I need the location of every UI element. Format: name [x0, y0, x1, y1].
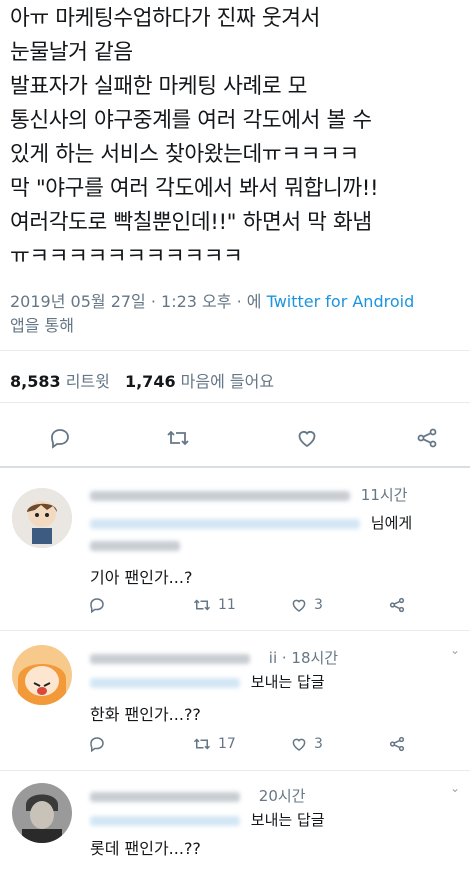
reply-item[interactable]: ii · 18시간 보내는 답글 한화 팬인가...?? 17 3 ⌄	[0, 631, 470, 771]
like-icon[interactable]	[292, 423, 322, 453]
tweet-meta: 2019년 05월 27일 · 1:23 오후 · 에 Twitter for …	[10, 290, 460, 338]
tweet-line: ㅠㅋㅋㅋㅋㅋㅋㅋㅋㅋㅋㅋ	[10, 244, 243, 269]
share-icon[interactable]	[412, 423, 442, 453]
retweet-count[interactable]: 8,583	[10, 372, 61, 391]
tweet-stats: 8,583 리트윗 1,746 마음에 들어요	[10, 368, 284, 392]
reply-to-text: 보내는 답글	[250, 811, 325, 829]
reply-to-line: 보내는 답글	[90, 809, 325, 830]
reply-action-bar: 17 3	[88, 735, 428, 759]
tweet-text: 아ㅠ 마케팅수업하다가 진짜 웃겨서 눈물날거 같음 발표자가 실패한 마케팅 …	[10, 2, 465, 274]
reply-time: 20시간	[258, 787, 306, 805]
reply-to-line: 보내는 답글	[90, 671, 325, 692]
divider	[0, 402, 470, 403]
like-icon	[292, 738, 306, 751]
tweet-line: 여러각도로 빡칠뿐인데!!" 하면서 막 화냄	[10, 210, 372, 235]
reply-retweet-count: 11	[218, 597, 236, 613]
reply-retweet-count: 17	[218, 736, 236, 752]
reply-item[interactable]: 11시간 님에게 기아 팬인가...? 11 3	[0, 468, 470, 638]
reply-like-count: 3	[314, 597, 323, 613]
reply-share-button[interactable]	[388, 735, 406, 753]
tweet-line: 발표자가 실패한 마케팅 사례로 모	[10, 74, 308, 99]
reply-like-button[interactable]: 3	[290, 596, 323, 614]
like-label[interactable]: 마음에 들어요	[181, 372, 274, 391]
reply-time: ii · 18시간	[268, 649, 339, 667]
divider	[0, 350, 470, 351]
avatar[interactable]	[12, 488, 72, 548]
share-icon	[389, 736, 405, 752]
share-icon	[389, 597, 405, 613]
retweet-icon	[193, 738, 211, 750]
reply-item[interactable]: 20시간 보내는 답글 롯데 팬인가...?? ⌄	[0, 771, 470, 873]
reply-action-bar: 11 3	[88, 596, 428, 620]
reply-text: 한화 팬인가...??	[90, 705, 201, 724]
reply-to-text: 보내는 답글	[250, 673, 325, 691]
reply-author[interactable]: ii · 18시간	[90, 647, 338, 668]
reply-time: 11시간	[360, 486, 408, 504]
reply-reply-button[interactable]	[88, 596, 106, 614]
tweet-line: 있게 하는 서비스 찾아왔는데ㅠㅋㅋㅋㅋ	[10, 142, 359, 167]
tweet-via: 앱을 통해	[10, 316, 74, 335]
reply-like-count: 3	[314, 736, 323, 752]
reply-share-button[interactable]	[388, 596, 406, 614]
reply-retweet-button[interactable]: 17	[192, 735, 236, 753]
tweet-line: 눈물날거 같음	[10, 40, 133, 65]
retweet-label[interactable]: 리트윗	[66, 372, 110, 391]
reply-text: 롯데 팬인가...??	[90, 839, 201, 858]
reply-author[interactable]: 11시간	[90, 484, 407, 505]
retweet-icon	[193, 599, 211, 611]
tweet-line: 통신사의 야구중계를 여러 각도에서 볼 수	[10, 108, 372, 133]
tweet-action-bar	[0, 418, 470, 458]
reply-to-line: 님에게	[90, 512, 412, 533]
reply-reply-button[interactable]	[88, 735, 106, 753]
tweet-line: 아ㅠ 마케팅수업하다가 진짜 웃겨서	[10, 6, 321, 31]
reply-like-button[interactable]: 3	[290, 735, 323, 753]
reply-icon[interactable]	[45, 423, 75, 453]
chevron-down-icon[interactable]: ⌄	[450, 781, 460, 795]
reply-retweet-button[interactable]: 11	[192, 596, 236, 614]
tweet-timestamp[interactable]: 2019년 05월 27일 · 1:23 오후 · 에	[10, 292, 261, 311]
like-count[interactable]: 1,746	[125, 372, 176, 391]
tweet-client-link[interactable]: Twitter for Android	[267, 292, 415, 311]
retweet-icon[interactable]	[163, 423, 193, 453]
avatar[interactable]	[12, 783, 72, 843]
reply-icon	[90, 598, 104, 614]
like-icon	[292, 599, 306, 612]
tweet-line: 막 "야구를 여러 각도에서 봐서 뭐합니까!!	[10, 176, 379, 201]
reply-to-line-2	[90, 536, 180, 554]
reply-author[interactable]: 20시간	[90, 785, 305, 806]
reply-text: 기아 팬인가...?	[90, 568, 193, 587]
chevron-down-icon[interactable]: ⌄	[450, 643, 460, 657]
avatar[interactable]	[12, 645, 72, 705]
reply-to-suffix: 님에게	[370, 514, 413, 532]
reply-icon	[90, 737, 104, 753]
